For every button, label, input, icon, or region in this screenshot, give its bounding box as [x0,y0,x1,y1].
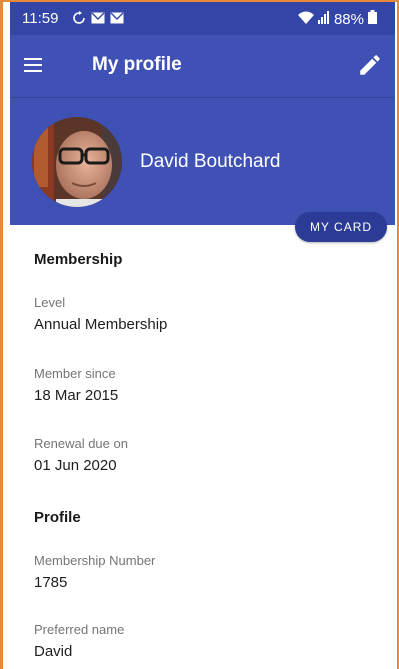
page-title: My profile [92,54,182,75]
status-notification-icons [72,11,124,29]
preferred-name-value: David [34,643,73,660]
sync-icon [72,11,86,29]
user-name: David Boutchard [140,151,281,172]
phone-screen: 11:59 88% My profile David Boutchard MY … [10,2,395,669]
battery-percent: 88% [333,10,364,28]
signal-icon [317,10,330,28]
frame-left-border [0,0,3,669]
profile-section-title: Profile [34,509,81,526]
mail-icon [91,12,105,28]
wifi-icon [297,11,314,28]
member-since-label: Member since [34,366,116,381]
membership-number-label: Membership Number [34,553,156,568]
mail-icon [110,12,124,28]
level-value: Annual Membership [34,316,168,333]
membership-number-value: 1785 [34,574,68,591]
pencil-edit-icon[interactable] [357,52,385,80]
status-system-icons: 88% [297,10,377,28]
profile-header: David Boutchard [10,97,395,225]
preferred-name-label: Preferred name [34,622,125,637]
hamburger-menu-icon[interactable] [24,54,48,78]
renewal-value: 01 Jun 2020 [34,457,117,474]
app-bar: My profile [10,35,395,97]
my-card-button[interactable]: MY CARD [295,212,387,242]
avatar [32,117,122,207]
status-bar: 11:59 88% [10,2,395,35]
membership-section-title: Membership [34,251,123,268]
level-label: Level [34,295,66,310]
renewal-label: Renewal due on [34,436,128,451]
member-since-value: 18 Mar 2015 [34,387,119,404]
header-divider [10,97,395,98]
status-time: 11:59 [22,10,59,27]
battery-icon [368,10,377,28]
